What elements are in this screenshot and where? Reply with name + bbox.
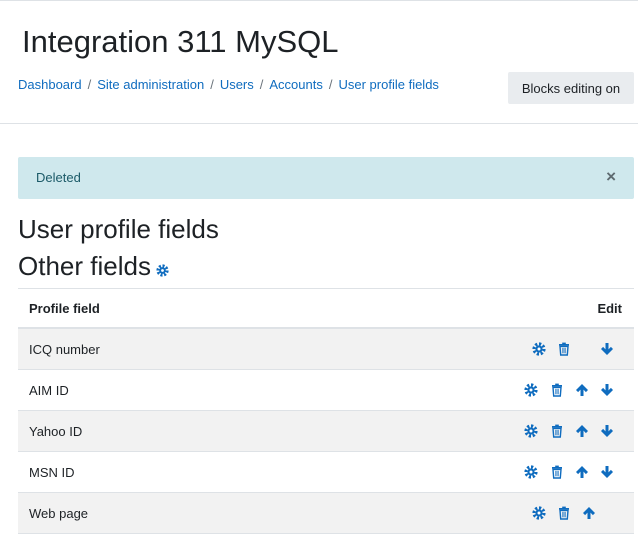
- edit-gear-icon[interactable]: [524, 424, 538, 438]
- page-title: Integration 311 MySQL: [22, 24, 339, 59]
- move-down-arrow-icon[interactable]: [600, 342, 614, 356]
- breadcrumb-separator: /: [259, 77, 264, 92]
- column-header-edit: Edit: [597, 301, 622, 316]
- breadcrumb-separator: /: [328, 77, 333, 92]
- blocks-editing-button[interactable]: Blocks editing on: [508, 72, 634, 104]
- header-divider: [0, 123, 638, 124]
- column-header-profile-field: Profile field: [29, 301, 100, 316]
- delete-trash-icon[interactable]: [550, 465, 564, 479]
- delete-trash-icon[interactable]: [557, 506, 571, 520]
- edit-gear-icon[interactable]: [532, 506, 546, 520]
- edit-gear-icon[interactable]: [524, 465, 538, 479]
- move-up-arrow-icon[interactable]: [575, 424, 589, 438]
- delete-trash-icon[interactable]: [557, 342, 571, 356]
- profile-field-name: Web page: [29, 506, 89, 521]
- breadcrumb-separator: /: [210, 77, 214, 92]
- breadcrumb-users[interactable]: Users: [220, 77, 254, 92]
- table-body: ICQ number AIM ID Yahoo ID MSN ID Web page: [18, 329, 634, 534]
- profile-fields-table: Profile field Edit ICQ number AIM ID Yahoo…: [18, 288, 634, 534]
- table-row: AIM ID: [18, 370, 634, 411]
- breadcrumb-accounts[interactable]: Accounts: [269, 77, 322, 92]
- breadcrumb-user-profile-fields[interactable]: User profile fields: [339, 77, 439, 92]
- edit-gear-icon[interactable]: [532, 342, 546, 356]
- profile-field-name: Yahoo ID: [29, 424, 83, 439]
- top-border: [0, 0, 638, 1]
- breadcrumb-dashboard[interactable]: Dashboard: [18, 77, 82, 92]
- alert-success: Deleted ×: [18, 157, 634, 199]
- breadcrumb-separator: /: [87, 77, 92, 92]
- table-header: Profile field Edit: [18, 288, 634, 329]
- profile-field-name: ICQ number: [29, 342, 100, 357]
- delete-trash-icon[interactable]: [550, 383, 564, 397]
- move-down-arrow-icon[interactable]: [600, 383, 614, 397]
- table-row: Yahoo ID: [18, 411, 634, 452]
- table-row: MSN ID: [18, 452, 634, 493]
- profile-field-name: MSN ID: [29, 465, 75, 480]
- move-down-arrow-icon[interactable]: [600, 424, 614, 438]
- edit-gear-icon[interactable]: [524, 383, 538, 397]
- alert-close-button[interactable]: ×: [606, 167, 616, 187]
- alert-message: Deleted: [36, 170, 81, 185]
- move-up-arrow-icon[interactable]: [575, 465, 589, 479]
- breadcrumb-site-administration[interactable]: Site administration: [97, 77, 204, 92]
- table-row: ICQ number: [18, 329, 634, 370]
- category-heading: Other fields: [18, 251, 151, 281]
- delete-trash-icon[interactable]: [550, 424, 564, 438]
- move-up-arrow-icon[interactable]: [582, 506, 596, 520]
- section-heading: User profile fields: [18, 214, 219, 244]
- breadcrumb: Dashboard / Site administration / Users / Acco…: [18, 76, 439, 94]
- category-gear-icon[interactable]: [156, 264, 169, 277]
- table-row: Web page: [18, 493, 634, 534]
- profile-field-name: AIM ID: [29, 383, 69, 398]
- move-up-arrow-icon[interactable]: [575, 383, 589, 397]
- move-down-arrow-icon[interactable]: [600, 465, 614, 479]
